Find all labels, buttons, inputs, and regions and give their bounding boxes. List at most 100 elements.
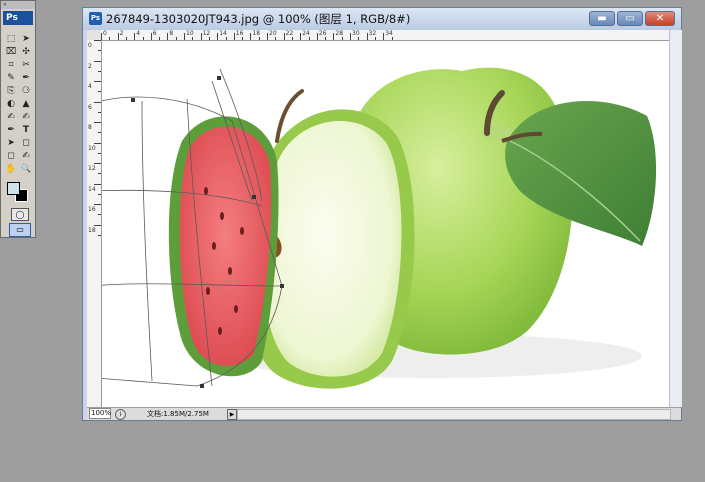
ruler-minor-tick [374, 37, 376, 40]
document-titlebar[interactable]: Ps 267849-1303020JT943.jpg @ 100% (图层 1,… [83, 8, 681, 30]
ruler-tick [94, 142, 101, 144]
lasso-tool-icon[interactable]: ⌧ [4, 46, 18, 58]
magic-wand-tool-icon[interactable]: ✣ [19, 46, 33, 58]
ruler-minor-tick [192, 37, 194, 40]
ruler-number: 14 [88, 185, 96, 193]
ruler-number: 2 [88, 62, 92, 70]
ruler-minor-tick [208, 37, 210, 40]
crop-tool-icon[interactable]: ⌗ [4, 59, 18, 71]
ruler-number: 10 [186, 30, 194, 37]
ruler-tick [167, 33, 169, 40]
clone-stamp-tool-icon[interactable]: ⎘ [4, 85, 18, 97]
foreground-color-swatch[interactable] [7, 182, 20, 195]
vertical-scrollbar[interactable] [669, 30, 682, 407]
ruler-number: 8 [88, 124, 92, 131]
move-tool-icon[interactable]: ➤ [19, 33, 33, 45]
ruler-tick [283, 33, 285, 40]
ruler-tick [217, 33, 219, 40]
pen-tool-icon[interactable]: ✒ [4, 124, 18, 136]
ruler-number: 16 [88, 206, 96, 213]
brush-tool-icon[interactable]: ✒ [19, 72, 33, 84]
dodge-tool-icon[interactable]: ✍ [19, 111, 33, 123]
ruler-minor-tick [242, 37, 244, 40]
ruler-minor-tick [98, 132, 101, 134]
ruler-minor-tick [98, 173, 101, 175]
ruler-minor-tick [98, 50, 101, 52]
ruler-tick [184, 33, 185, 40]
ruler-number: 4 [136, 30, 141, 37]
ruler-number: 30 [352, 30, 360, 37]
ruler-minor-tick [358, 37, 360, 40]
ruler-tick [94, 60, 101, 62]
maximize-button[interactable]: ▭ [617, 11, 643, 26]
screen-mode-icon[interactable]: ▭ [9, 223, 31, 237]
notes-tool-icon[interactable]: ◻ [4, 150, 18, 162]
image-canvas[interactable] [102, 41, 669, 407]
ruler-number: 4 [88, 83, 92, 90]
eyedropper-tool-icon[interactable]: ✍ [19, 150, 33, 162]
ruler-number: 16 [235, 30, 244, 37]
ruler-minor-tick [159, 37, 161, 40]
ruler-minor-tick [109, 37, 111, 40]
ruler-minor-tick [391, 37, 393, 40]
zoom-tool-icon[interactable]: 🔍 [19, 163, 33, 175]
healing-brush-tool-icon[interactable]: ✎ [4, 72, 18, 84]
shape-tool-icon[interactable]: ◻ [19, 137, 33, 149]
ruler-minor-tick [291, 37, 293, 40]
ruler-tick [366, 33, 368, 40]
artwork [102, 67, 657, 389]
ruler-number: 18 [88, 226, 96, 234]
path-selection-tool-icon[interactable]: ➤ [4, 137, 18, 149]
ruler-tick [200, 33, 202, 40]
blur-tool-icon[interactable]: ✍ [4, 111, 18, 123]
slice-tool-icon[interactable]: ✂ [19, 59, 33, 71]
ruler-number: 6 [152, 30, 157, 37]
document-window: Ps 267849-1303020JT943.jpg @ 100% (图层 1,… [82, 7, 682, 421]
status-menu-arrow-icon[interactable]: ▶ [227, 409, 237, 420]
ruler-tick [117, 33, 119, 40]
ruler-tick [333, 33, 335, 40]
ruler-tick [150, 33, 152, 40]
ruler-tick [94, 81, 101, 82]
type-tool-icon[interactable]: T [19, 124, 33, 136]
ruler-minor-tick [341, 37, 343, 40]
ruler-number: 2 [119, 30, 124, 37]
ruler-number: 26 [318, 30, 327, 37]
palette-grip[interactable]: « [1, 1, 35, 9]
close-button[interactable]: ✕ [645, 11, 675, 26]
minimize-button[interactable]: ▬ [589, 11, 615, 26]
ruler-number: 34 [385, 30, 393, 37]
ruler-number: 0 [88, 42, 92, 49]
ruler-number: 0 [103, 30, 107, 37]
ruler-minor-tick [98, 152, 101, 154]
ruler-minor-tick [258, 37, 260, 40]
watermelon-flesh [179, 126, 272, 366]
ruler-tick [94, 40, 101, 41]
quick-mask-icon[interactable]: ◯ [11, 208, 29, 221]
horizontal-ruler[interactable]: 0 2 4 6 8 10 12 14 16 18 20 22 24 26 28 30 32 34 [101, 30, 669, 41]
ruler-origin[interactable] [87, 30, 101, 40]
ruler-tick [300, 33, 302, 40]
ruler-minor-tick [175, 37, 177, 40]
vertical-ruler[interactable]: 0 2 4 6 8 10 12 14 16 18 [87, 40, 102, 407]
marquee-tool-icon[interactable]: ⬚ [4, 33, 18, 45]
document-title: 267849-1303020JT943.jpg @ 100% (图层 1, RG… [106, 12, 411, 26]
horizontal-scrollbar[interactable] [237, 409, 671, 420]
gradient-tool-icon[interactable]: ▲ [19, 98, 33, 110]
ruler-tick [94, 224, 101, 226]
ruler-tick [94, 204, 101, 205]
hand-tool-icon[interactable]: ✋ [4, 163, 18, 175]
ruler-number: 14 [219, 30, 227, 37]
ruler-minor-tick [308, 37, 310, 40]
document-size: 文档:1.85M/2.75M [147, 410, 209, 418]
info-icon[interactable]: i [115, 409, 126, 420]
ruler-number: 24 [302, 30, 310, 37]
zoom-level-field[interactable]: 100% [89, 408, 111, 419]
ruler-tick [350, 33, 351, 40]
ruler-tick [94, 101, 101, 103]
tools-palette: « Ps ⬚ ➤ ⌧ ✣ ⌗ ✂ ✎ ✒ ⎘ ⚆ ◐ ▲ ✍ ✍ ✒ T ➤ ◻… [0, 0, 36, 238]
ruler-tick [250, 33, 252, 40]
history-brush-tool-icon[interactable]: ⚆ [19, 85, 33, 97]
eraser-tool-icon[interactable]: ◐ [4, 98, 18, 110]
ruler-tick [134, 33, 136, 40]
